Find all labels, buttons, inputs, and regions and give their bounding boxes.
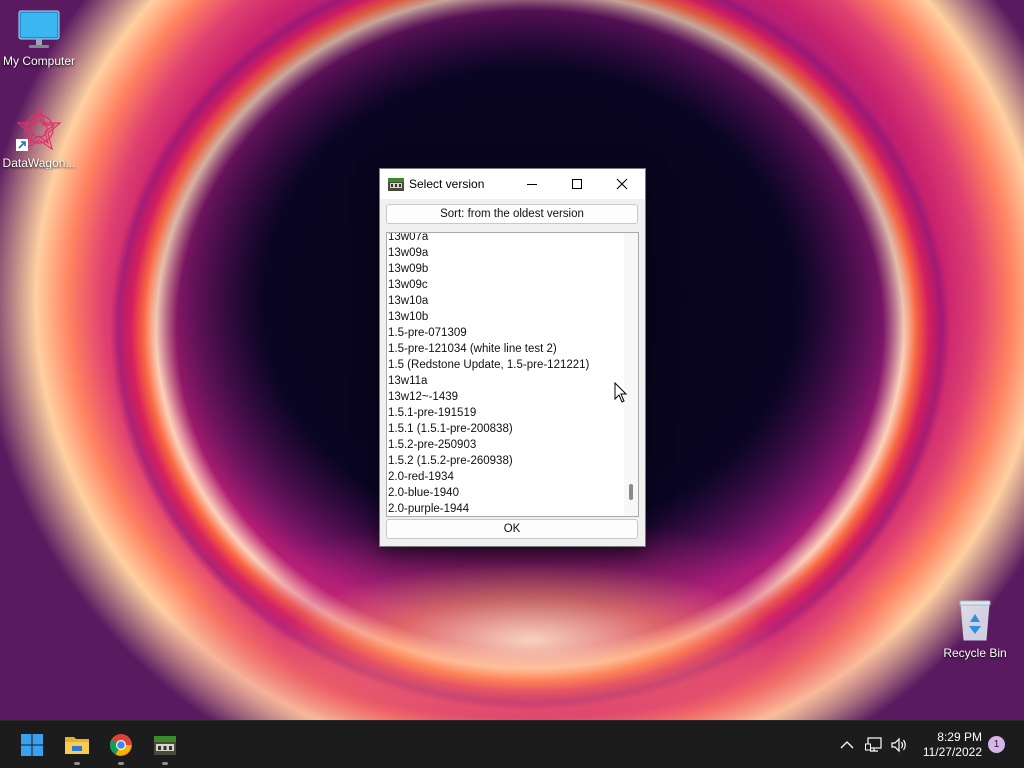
datawagon-app-icon [16,106,62,152]
recycle-bin-icon [955,598,995,642]
list-item[interactable]: 13w09b [387,261,623,277]
list-item[interactable]: 13w07a [387,233,623,245]
list-item[interactable]: 1.5.2 (1.5.2-pre-260938) [387,453,623,469]
running-indicator [162,762,168,765]
desktop-icon-my-computer[interactable]: My Computer [0,10,79,68]
maximize-icon [572,179,582,189]
scrollbar-thumb[interactable] [629,484,633,500]
minimize-icon [527,184,537,185]
sort-button[interactable]: Sort: from the oldest version [386,204,638,224]
desktop-icon-datawagon[interactable]: DataWagon... [0,106,79,170]
desktop-icon-label: My Computer [2,54,76,68]
close-icon [616,178,628,190]
start-button[interactable] [16,729,48,761]
list-item[interactable]: 13w12~-1439 [387,389,623,405]
version-list: 13w07a 13w09a 13w09b 13w09c 13w10a 13w10… [387,233,623,516]
launcher-app-icon [388,176,404,192]
monitor-icon [17,10,61,50]
taskbar-file-explorer[interactable] [61,729,93,765]
start-icon [21,734,43,756]
taskbar-minecraft-launcher[interactable] [149,729,181,765]
list-item[interactable]: 1.5.1 (1.5.1-pre-200838) [387,421,623,437]
chrome-icon [110,734,132,756]
taskbar-chrome[interactable] [105,729,137,765]
desktop-icon-recycle-bin[interactable]: Recycle Bin [935,598,1015,660]
mouse-pointer-icon [614,381,628,409]
list-item[interactable]: 1.5.1-pre-191519 [387,405,623,421]
list-item[interactable]: 13w09c [387,277,623,293]
version-listbox[interactable]: 13w07a 13w09a 13w09b 13w09c 13w10a 13w10… [386,232,639,517]
ok-button[interactable]: OK [386,519,638,539]
list-item[interactable]: 2.0-blue-1940 [387,485,623,501]
volume-button[interactable] [889,735,909,755]
list-scrollbar[interactable] [624,233,638,516]
running-indicator [118,762,124,765]
desktop-icon-label: Recycle Bin [943,646,1007,660]
list-item[interactable]: 13w09a [387,245,623,261]
dialog-title: Select version [409,177,485,191]
minimize-button[interactable] [510,169,554,199]
clock-time: 8:29 PM [937,730,982,744]
list-item[interactable]: 13w10a [387,293,623,309]
file-explorer-icon [65,737,89,754]
minecraft-launcher-icon [154,736,176,755]
network-button[interactable] [864,735,884,755]
list-item[interactable]: 13w11a [387,373,623,389]
show-hidden-icons-button[interactable] [837,735,857,755]
notification-badge[interactable]: 1 [988,736,1005,753]
chevron-up-icon [840,741,854,749]
list-item[interactable]: 2.0-red-1934 [387,469,623,485]
desktop-icon-label: DataWagon... [2,156,76,170]
dialog-titlebar[interactable]: Select version [380,169,645,199]
taskbar: 8:29 PM 11/27/2022 1 [0,720,1024,768]
speaker-icon [891,737,906,753]
list-item[interactable]: 1.5-pre-071309 [387,325,623,341]
maximize-button[interactable] [555,169,599,199]
list-item[interactable]: 2.0-purple-1944 [387,501,623,516]
list-item[interactable]: 1.5 (Redstone Update, 1.5-pre-121221) [387,357,623,373]
clock[interactable]: 8:29 PM 11/27/2022 [923,730,982,760]
close-button[interactable] [600,169,644,199]
running-indicator [74,762,80,765]
clock-date: 11/27/2022 [922,745,982,759]
network-icon [865,737,882,752]
list-item[interactable]: 13w10b [387,309,623,325]
list-item[interactable]: 1.5.2-pre-250903 [387,437,623,453]
list-item[interactable]: 1.5-pre-121034 (white line test 2) [387,341,623,357]
select-version-dialog: Select version Sort: from the oldest ver… [379,168,646,547]
